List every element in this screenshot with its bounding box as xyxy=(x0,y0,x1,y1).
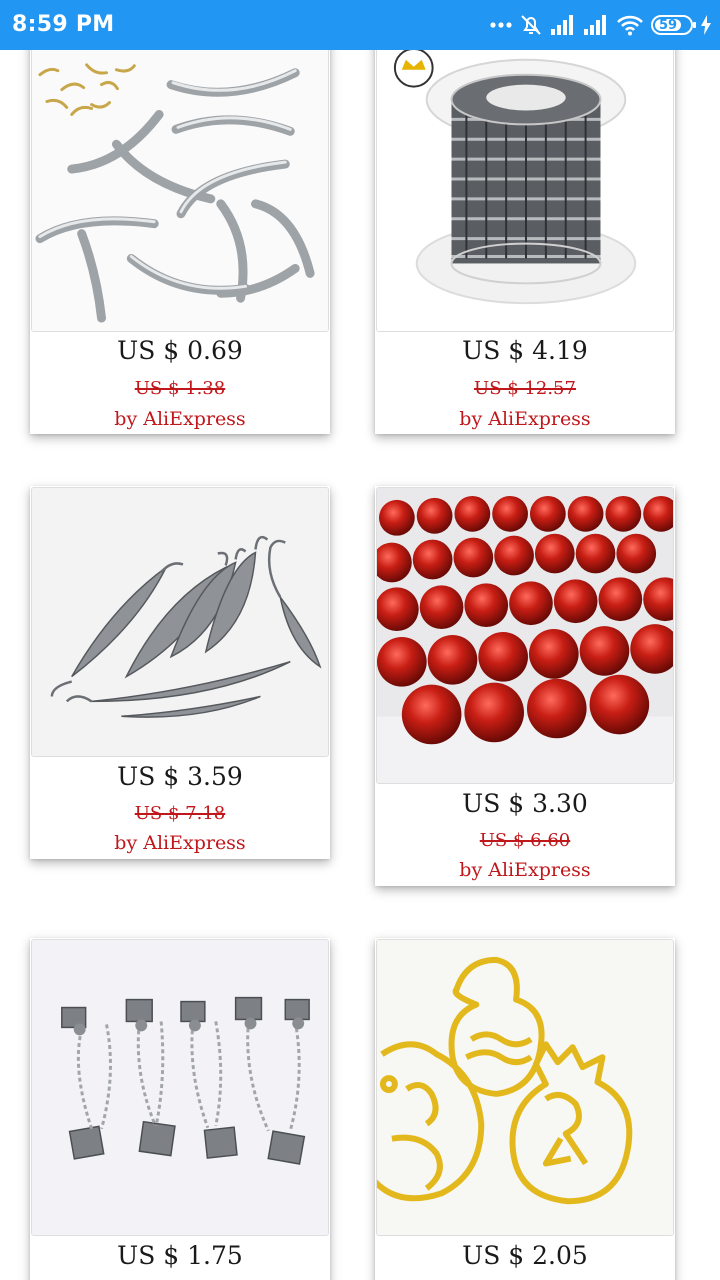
status-icons: 59 xyxy=(490,12,712,38)
product-card[interactable]: US $ 0.69 US $ 1.38 by AliExpress xyxy=(30,28,330,434)
ribbon-end-clasps-image[interactable] xyxy=(31,939,329,1236)
seller-label: by AliExpress xyxy=(114,832,246,854)
gold-cat-pendant-image[interactable] xyxy=(376,939,674,1236)
curved-tube-beads-image[interactable] xyxy=(31,29,329,332)
charging-icon xyxy=(700,14,712,36)
seller-label: by AliExpress xyxy=(114,408,246,430)
red-glass-beads-image[interactable] xyxy=(376,487,674,784)
status-bar: 8:59 PM 59 xyxy=(0,0,720,50)
battery-level: 59 xyxy=(655,18,681,33)
price: US $ 3.30 xyxy=(462,789,588,818)
product-card[interactable]: US $ 3.59 US $ 7.18 by AliExpress xyxy=(30,486,330,859)
original-price: US $ 1.38 xyxy=(134,378,226,399)
price: US $ 0.69 xyxy=(117,336,243,365)
price: US $ 4.19 xyxy=(462,336,588,365)
seller-label: by AliExpress xyxy=(459,859,591,881)
product-card[interactable]: US $ 4.19 US $ 12.57 by AliExpress xyxy=(375,28,675,434)
dots-icon xyxy=(490,21,512,29)
original-price: US $ 12.57 xyxy=(474,378,576,399)
feather-bookmark-image[interactable] xyxy=(31,487,329,757)
status-time: 8:59 PM xyxy=(12,12,115,37)
product-card[interactable]: US $ 2.05 xyxy=(375,938,675,1280)
muted-alarm-icon xyxy=(519,13,543,37)
original-price: US $ 7.18 xyxy=(134,803,226,824)
wifi-icon xyxy=(616,14,644,36)
product-card[interactable]: US $ 1.75 xyxy=(30,938,330,1280)
seller-label: by AliExpress xyxy=(459,408,591,430)
signal-icon xyxy=(550,14,576,36)
price: US $ 2.05 xyxy=(462,1241,588,1270)
product-card[interactable]: US $ 3.30 US $ 6.60 by AliExpress xyxy=(375,486,675,886)
price: US $ 3.59 xyxy=(117,762,243,791)
battery-icon: 59 xyxy=(651,15,696,35)
original-price: US $ 6.60 xyxy=(479,830,571,851)
price: US $ 1.75 xyxy=(117,1241,243,1270)
chain-spool-image[interactable] xyxy=(376,29,674,332)
signal-icon xyxy=(583,14,609,36)
